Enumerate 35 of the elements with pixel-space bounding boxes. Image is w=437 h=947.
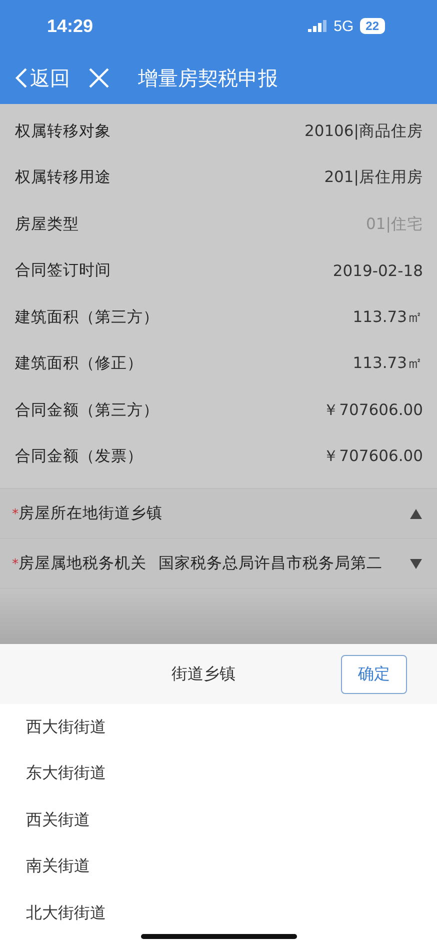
status-time: 14:29 bbox=[47, 16, 94, 36]
picker-option[interactable]: 东大街街道 bbox=[0, 750, 437, 797]
signal-icon bbox=[308, 20, 328, 32]
field-value: ￥707606.00 bbox=[323, 446, 423, 468]
field-value: 201|居住用房 bbox=[324, 167, 423, 188]
picker-option[interactable]: 南关街道 bbox=[0, 844, 437, 890]
select-field[interactable]: *房屋属地税务机关 国家税务总局许昌市税务局第二 bbox=[0, 538, 437, 588]
field-label: 建筑面积（修正） bbox=[15, 353, 143, 374]
field-value: 2019-02-18 bbox=[332, 262, 423, 280]
field-label: 权属转移用途 bbox=[15, 167, 111, 188]
field-label: 房屋类型 bbox=[15, 214, 79, 235]
field-value: ￥707606.00 bbox=[323, 400, 423, 421]
network-label: 5G bbox=[334, 18, 354, 34]
select-field[interactable]: *房屋所在地街道乡镇 bbox=[0, 488, 437, 538]
select-label: *房屋属地税务机关 bbox=[12, 553, 146, 574]
page-title: 增量房契税申报 bbox=[138, 64, 278, 92]
field-label: 合同金额（第三方） bbox=[15, 400, 159, 421]
back-button[interactable]: 返回 bbox=[14, 64, 70, 92]
picker-title: 街道乡镇 bbox=[172, 664, 236, 684]
picker-option[interactable]: 西大街街道 bbox=[0, 704, 437, 750]
field-label: 合同金额（发票） bbox=[15, 446, 143, 468]
battery-level: 22 bbox=[360, 18, 385, 34]
back-chevron-icon bbox=[14, 67, 28, 89]
picker-option[interactable]: 西关街道 bbox=[0, 797, 437, 844]
field-value: 20106|商品住房 bbox=[304, 120, 423, 142]
field-value: 01|住宅 bbox=[366, 214, 423, 235]
field-value: 113.73㎡ bbox=[352, 353, 423, 374]
field-label: 合同签订时间 bbox=[15, 260, 111, 282]
picker-option[interactable]: 北大街街道 bbox=[0, 890, 437, 936]
select-label: *房屋所在地街道乡镇 bbox=[12, 503, 162, 524]
field-label: 建筑面积（第三方） bbox=[15, 306, 159, 328]
field-label: 权属转移对象 bbox=[15, 120, 111, 142]
confirm-button[interactable]: 确定 bbox=[341, 654, 407, 694]
select-value: 国家税务总局许昌市税务局第二 bbox=[158, 553, 384, 574]
field-value: 113.73㎡ bbox=[352, 306, 423, 328]
